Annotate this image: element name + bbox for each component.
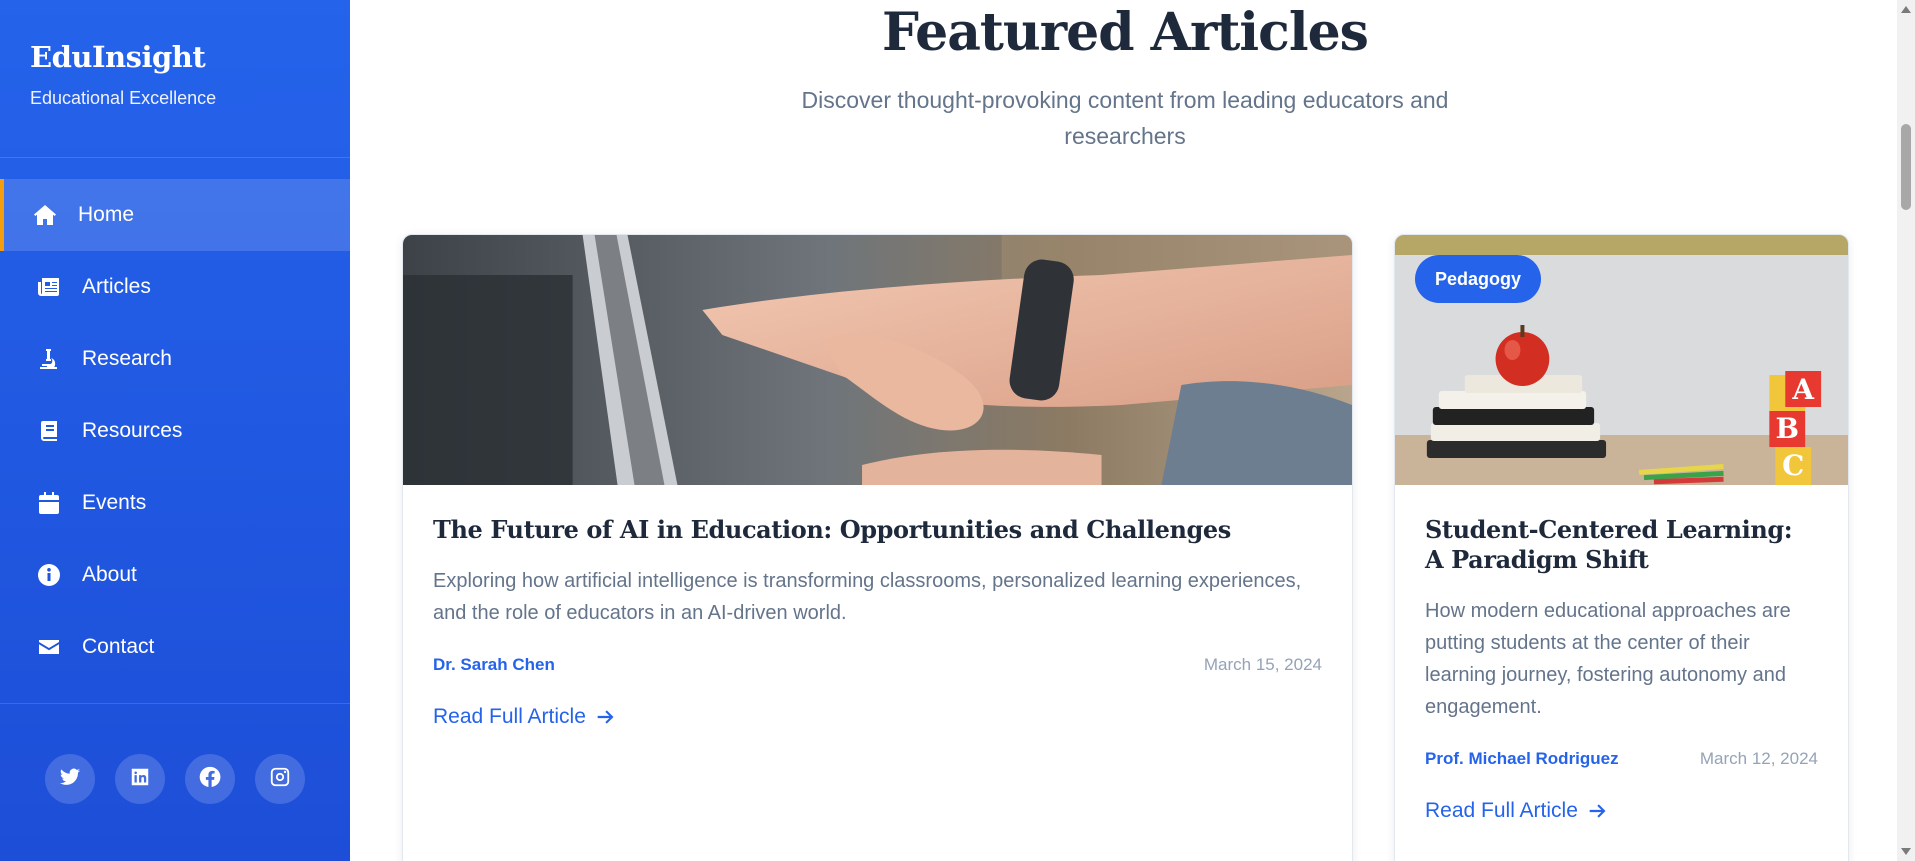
laptop-hand-photo <box>403 235 1352 485</box>
article-date: March 15, 2024 <box>1203 655 1322 674</box>
book-icon <box>36 418 62 444</box>
article-meta: Dr. Sarah Chen March 15, 2024 <box>433 655 1322 675</box>
section-subtitle: Discover thought-provoking content from … <box>350 82 1900 154</box>
nav-item-label: Home <box>78 203 135 226</box>
main-nav: Home Articles Research Resources Events <box>0 179 350 683</box>
facebook-link[interactable] <box>185 754 235 804</box>
nav-item-label: Research <box>82 347 172 370</box>
category-badge[interactable]: Pedagogy <box>1415 255 1542 303</box>
article-excerpt: How modern educational approaches are pu… <box>1425 600 1791 718</box>
article-image: A B C Pedagogy <box>1395 235 1848 485</box>
nav-item-resources[interactable]: Resources <box>0 395 350 467</box>
linkedin-link[interactable] <box>115 754 165 804</box>
brand-tagline: Educational Excellence <box>30 88 217 108</box>
read-more-label: Read Full Article <box>1425 799 1578 822</box>
instagram-icon <box>269 766 291 793</box>
scroll-up-arrow-icon[interactable] <box>1901 6 1911 13</box>
twitter-link[interactable] <box>45 754 95 804</box>
article-meta: Prof. Michael Rodriguez March 12, 2024 <box>1425 749 1818 769</box>
info-icon <box>36 562 62 588</box>
article-date: March 12, 2024 <box>1699 749 1818 768</box>
nav-item-about[interactable]: About <box>0 539 350 611</box>
nav-item-label: Resources <box>82 419 183 442</box>
brand-name[interactable]: EduInsight <box>30 40 320 74</box>
social-links <box>0 754 350 804</box>
facebook-icon <box>199 766 221 793</box>
article-author: Dr. Sarah Chen <box>433 655 555 674</box>
read-more-label: Read Full Article <box>433 705 586 728</box>
article-card[interactable]: The Future of AI in Education: Opportuni… <box>402 234 1353 861</box>
section-subtitle-line: Discover thought-provoking content from … <box>801 87 1449 113</box>
svg-text:B: B <box>1775 412 1799 445</box>
svg-text:A: A <box>1791 373 1814 406</box>
nav-item-label: Contact <box>82 635 155 658</box>
article-excerpt: Exploring how artificial intelligence is… <box>433 570 1302 624</box>
article-body: Student-Centered Learning: A Paradigm Sh… <box>1395 485 1848 823</box>
nav-item-label: Events <box>82 491 147 514</box>
sidebar-divider <box>0 703 350 704</box>
instagram-link[interactable] <box>255 754 305 804</box>
nav-item-contact[interactable]: Contact <box>0 611 350 683</box>
article-image <box>403 235 1352 485</box>
section-title: Featured Articles <box>882 2 1369 63</box>
arrow-right-icon <box>597 710 614 724</box>
nav-item-articles[interactable]: Articles <box>0 251 350 323</box>
page-scrollbar[interactable] <box>1897 0 1915 861</box>
envelope-icon <box>36 634 62 660</box>
nav-item-events[interactable]: Events <box>0 467 350 539</box>
microscope-icon <box>36 346 62 372</box>
newspaper-icon <box>36 274 62 300</box>
nav-item-label: About <box>82 563 137 586</box>
section-subtitle-line: researchers <box>1064 123 1186 149</box>
calendar-icon <box>36 490 62 516</box>
article-title[interactable]: The Future of AI in Education: Opportuni… <box>433 515 1322 545</box>
twitter-icon <box>59 766 81 793</box>
nav-item-home[interactable]: Home <box>0 179 350 251</box>
article-body: The Future of AI in Education: Opportuni… <box>403 485 1352 729</box>
nav-item-research[interactable]: Research <box>0 323 350 395</box>
brand: EduInsight Educational Excellence <box>0 0 350 158</box>
scroll-thumb[interactable] <box>1901 124 1911 210</box>
sidebar: EduInsight Educational Excellence Home A… <box>0 0 350 861</box>
nav-item-label: Articles <box>82 275 151 298</box>
svg-text:C: C <box>1782 449 1804 482</box>
read-full-article-link[interactable]: Read Full Article <box>433 705 616 729</box>
article-title[interactable]: Student-Centered Learning: A Paradigm Sh… <box>1425 515 1818 575</box>
arrow-right-icon <box>1589 804 1606 818</box>
article-card[interactable]: A B C Pedagogy Student-Centered Learning… <box>1394 234 1849 861</box>
linkedin-icon <box>129 766 151 793</box>
home-icon <box>32 202 58 228</box>
scroll-down-arrow-icon[interactable] <box>1901 848 1911 855</box>
read-full-article-link[interactable]: Read Full Article <box>1425 799 1608 823</box>
article-author: Prof. Michael Rodriguez <box>1425 749 1619 768</box>
main-content: Featured Articles Discover thought-provo… <box>350 0 1897 861</box>
